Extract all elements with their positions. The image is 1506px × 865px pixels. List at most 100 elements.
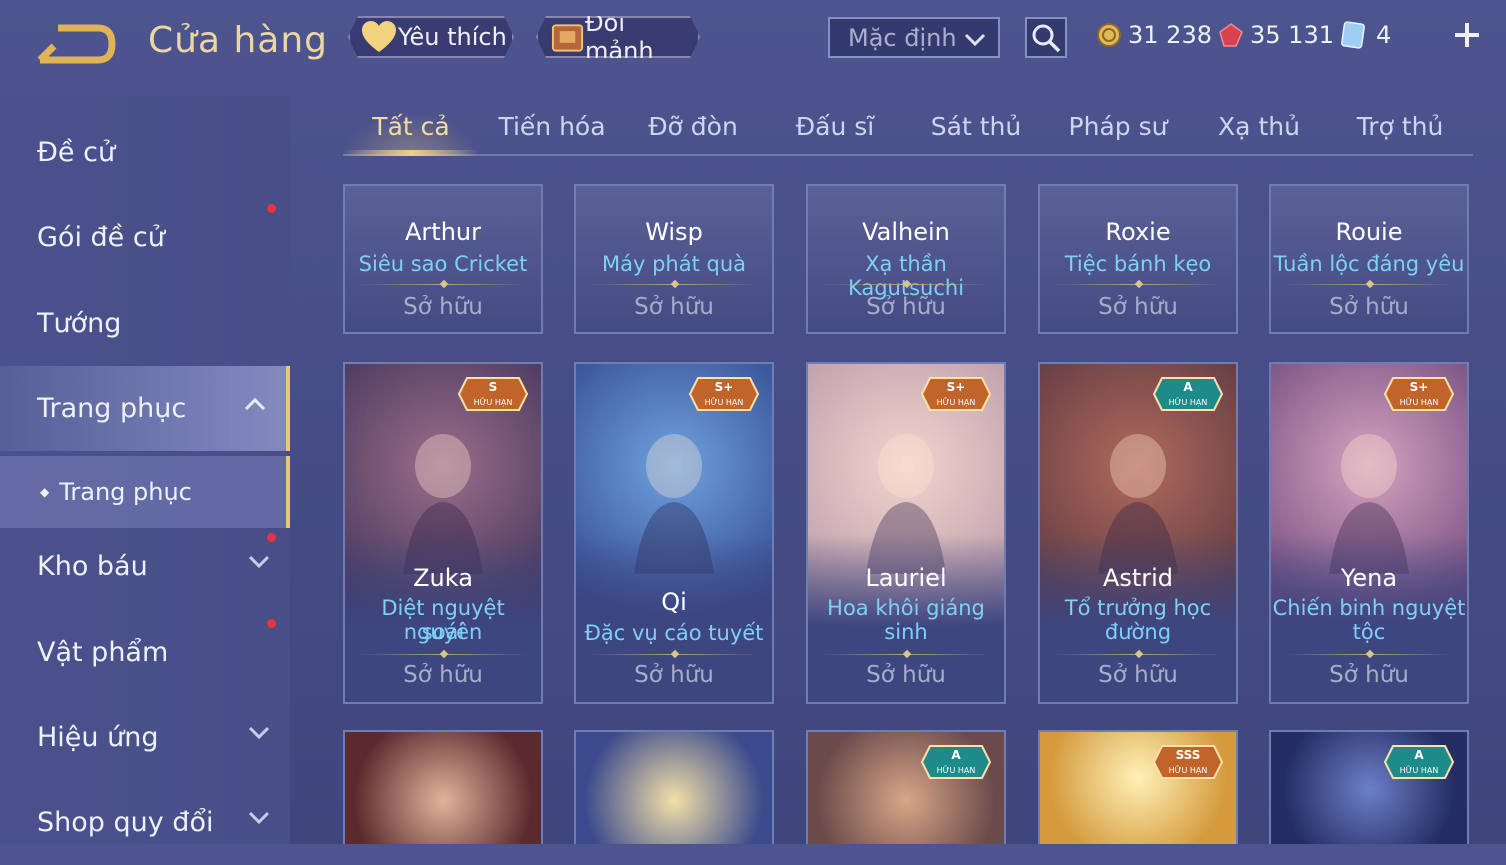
hero-name: Zuka	[413, 564, 473, 592]
costume-card[interactable]: Roxie Tiệc bánh kẹo Sở hữu	[1038, 184, 1238, 334]
search-icon	[1032, 24, 1061, 52]
tier-sub-label: HỮU HẠN	[937, 396, 976, 408]
notification-dot	[267, 533, 276, 542]
sidebar-item-effects[interactable]: Hiệu ứng	[0, 695, 290, 780]
hero-name: Astrid	[1102, 564, 1174, 592]
costume-card[interactable]: S HỮU HẠN Zuka Diệt nguyệt nguyên soái S…	[343, 362, 543, 704]
gem-amount: 35 131	[1250, 21, 1334, 49]
hero-name: Wisp	[645, 218, 703, 246]
sidebar-item-exchange-shop[interactable]: Shop quy đổi	[0, 780, 290, 865]
skin-name-line1: Hoa khôi giáng	[827, 596, 985, 620]
sidebar-item-costumes[interactable]: Trang phục	[0, 366, 290, 451]
sidebar-item-label: Hiệu ứng	[37, 722, 159, 753]
tier-sub-label: HỮU HẠN	[1400, 764, 1439, 776]
gem-currency: 35 131	[1218, 18, 1334, 52]
tier-badge-icon: S+ HỮU HẠN	[920, 377, 992, 411]
costume-card[interactable]: S+ HỮU HẠN Yena Chiến binh nguyệt tộc Sở…	[1269, 362, 1469, 704]
costume-card[interactable]: Valhein Xạ thần Kagutsuchi Sở hữu	[806, 184, 1006, 334]
tier-label: S+	[947, 380, 966, 394]
sidebar-item-label: Trang phục	[37, 393, 187, 424]
notification-dot	[267, 619, 276, 628]
skin-name-line1: Chiến binh nguyệt	[1272, 596, 1466, 620]
tier-label: A	[1183, 380, 1193, 394]
voucher-currency: 4	[1340, 18, 1391, 52]
sidebar-subitem-label: Trang phục	[59, 478, 192, 506]
tier-sub-label: HỮU HẠN	[474, 396, 513, 408]
tab-assassin[interactable]: Sát thủ	[908, 112, 1044, 152]
tier-badge-icon: S+ HỮU HẠN	[1383, 377, 1455, 411]
tier-label: A	[951, 748, 961, 762]
tab-mage[interactable]: Pháp sư	[1050, 112, 1186, 152]
divider-gem-icon	[1365, 279, 1375, 289]
tier-badge-icon: A HỮU HẠN	[920, 745, 992, 779]
owned-status: Sở hữu	[403, 662, 483, 688]
costume-card[interactable]: SSS HỮU HẠN	[1038, 730, 1238, 844]
heart-icon	[360, 20, 398, 54]
costume-card[interactable]: Wisp Máy phát quà Sở hữu	[574, 184, 774, 334]
chevron-down-icon	[248, 555, 270, 569]
costume-card[interactable]: S+ HỮU HẠN Lauriel Hoa khôi giáng sinh S…	[806, 362, 1006, 704]
divider-gem-icon	[1134, 279, 1144, 289]
tab-support[interactable]: Trợ thủ	[1332, 112, 1468, 152]
tier-label: A	[1414, 748, 1424, 762]
costume-card[interactable]: A HỮU HẠN	[806, 730, 1006, 844]
tier-badge-icon: A HỮU HẠN	[1383, 745, 1455, 779]
tab-marksman[interactable]: Xạ thủ	[1191, 112, 1327, 152]
sort-dropdown[interactable]: Mặc định	[828, 17, 1000, 58]
skin-name-line2: sinh	[884, 620, 928, 644]
skin-name: Siêu sao Cricket	[358, 252, 528, 276]
costume-card[interactable]	[574, 730, 774, 844]
tab-all[interactable]: Tất cả	[343, 112, 479, 152]
hero-name: Arthur	[405, 218, 481, 246]
skin-portrait-image	[576, 732, 772, 844]
skin-name-line2: soái	[421, 620, 465, 644]
sidebar-subitem-costumes[interactable]: ◆ Trang phục	[0, 456, 290, 528]
sidebar-item-treasure[interactable]: Kho báu	[0, 524, 290, 609]
owned-status: Sở hữu	[866, 662, 946, 688]
sidebar-item-items[interactable]: Vật phẩm	[0, 610, 290, 695]
sidebar-item-heroes[interactable]: Tướng	[0, 281, 290, 366]
costume-card[interactable]: Rouie Tuần lộc đáng yêu Sở hữu	[1269, 184, 1469, 334]
sidebar-item-featured-packs[interactable]: Gói đề cử	[0, 195, 290, 280]
costume-card[interactable]: A HỮU HẠN	[1269, 730, 1469, 844]
hero-name: Rouie	[1335, 218, 1403, 246]
tier-label: S+	[1410, 380, 1429, 394]
tier-badge-icon: A HỮU HẠN	[1152, 377, 1224, 411]
page-title: Cửa hàng	[148, 20, 329, 61]
tier-sub-label: HỮU HẠN	[937, 764, 976, 776]
owned-status: Sở hữu	[1098, 662, 1178, 688]
costume-card[interactable]: S+ HỮU HẠN Qi Đặc vụ cáo tuyết Sở hữu	[574, 362, 774, 704]
tier-badge-icon: SSS HỮU HẠN	[1152, 745, 1224, 779]
tab-tank[interactable]: Đỡ đòn	[625, 112, 761, 152]
tier-sub-label: HỮU HẠN	[1169, 764, 1208, 776]
hero-name: Valhein	[862, 218, 950, 246]
tier-label: S+	[715, 380, 734, 394]
costume-card[interactable]	[343, 730, 543, 844]
owned-status: Sở hữu	[634, 662, 714, 688]
costume-card[interactable]: A HỮU HẠN Astrid Tổ trưởng học đường Sở …	[1038, 362, 1238, 704]
plus-icon[interactable]	[1452, 20, 1482, 50]
owned-status: Sở hữu	[1329, 294, 1409, 320]
tab-fighter[interactable]: Đấu sĩ	[767, 112, 903, 152]
divider-gem-icon	[439, 279, 449, 289]
sidebar-item-featured[interactable]: Đề cử	[0, 110, 290, 195]
back-arrow-icon[interactable]	[36, 22, 116, 64]
search-button[interactable]	[1025, 17, 1067, 58]
gold-amount: 31 238	[1128, 21, 1212, 49]
favorites-label: Yêu thích	[398, 23, 507, 51]
skin-name-line1: Tổ trưởng học	[1064, 596, 1212, 620]
chevron-down-icon	[964, 33, 986, 47]
bullet-icon: ◆	[40, 485, 50, 499]
favorites-button[interactable]: Yêu thích	[348, 16, 514, 58]
chevron-down-icon	[248, 811, 270, 825]
divider-gem-icon	[670, 279, 680, 289]
gold-currency: 31 238	[1096, 18, 1212, 52]
skin-name: Tuần lộc đáng yêu	[1273, 252, 1465, 276]
exchange-shards-button[interactable]: Đổi mảnh	[536, 16, 700, 58]
sidebar-item-label: Tướng	[37, 308, 122, 339]
skin-name: Xạ thần Kagutsuchi	[848, 252, 964, 300]
costume-card[interactable]: Arthur Siêu sao Cricket Sở hữu	[343, 184, 543, 334]
hero-name: Qi	[661, 588, 687, 616]
tab-evolution[interactable]: Tiến hóa	[484, 112, 620, 152]
sidebar-item-label: Kho báu	[37, 551, 148, 582]
